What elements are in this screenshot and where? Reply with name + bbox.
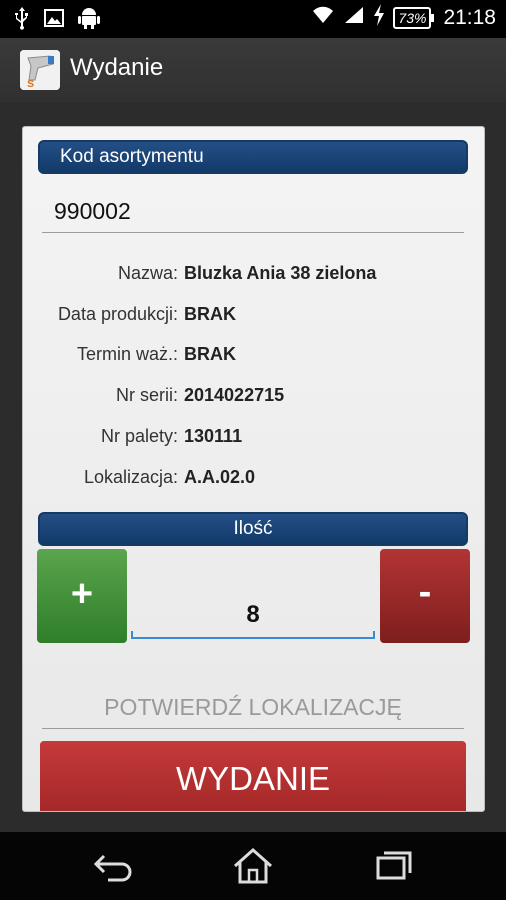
detail-value: BRAK xyxy=(184,344,236,364)
detail-row-data-produkcji: Data produkcji: BRAK xyxy=(23,304,484,334)
detail-row-nr-palety: Nr palety: 130111 xyxy=(23,426,484,456)
ilosc-header: Ilość xyxy=(38,512,468,546)
image-icon xyxy=(44,8,64,33)
detail-row-nazwa: Nazwa: Bluzka Ania 38 zielona xyxy=(23,263,484,293)
detail-label: Lokalizacja: xyxy=(83,467,178,487)
barcode-scanner-app-icon[interactable]: s xyxy=(20,50,60,90)
wifi-icon xyxy=(311,5,335,30)
form-card: Kod asortymentu 990002 Nazwa: Bluzka Ani… xyxy=(22,126,485,812)
detail-value: Bluzka Ania 38 zielona xyxy=(184,263,377,283)
detail-value: BRAK xyxy=(184,304,236,324)
decrement-button[interactable]: - xyxy=(380,549,470,643)
signal-icon xyxy=(343,5,365,30)
detail-row-nr-serii: Nr serii: 2014022715 xyxy=(23,385,484,415)
recent-apps-icon[interactable] xyxy=(372,846,416,886)
svg-text:s: s xyxy=(27,75,34,90)
quantity-input[interactable]: 8 xyxy=(131,593,375,639)
detail-row-lokalizacja: Lokalizacja: A.A.02.0 xyxy=(23,467,484,497)
page-title: Wydanie xyxy=(70,54,164,81)
navigation-bar xyxy=(0,832,506,900)
detail-value: A.A.02.0 xyxy=(184,467,256,487)
product-code-input[interactable]: 990002 xyxy=(42,189,464,233)
home-icon[interactable] xyxy=(231,846,275,886)
clock: 21:18 xyxy=(443,5,496,29)
back-icon[interactable] xyxy=(92,846,136,886)
battery-icon: 73% xyxy=(393,6,435,29)
detail-label: Termin waż.: xyxy=(76,344,178,364)
detail-value: 2014022715 xyxy=(184,385,285,405)
status-bar: 73% 21:18 xyxy=(0,0,506,38)
confirm-location-input[interactable]: POTWIERDŹ LOKALIZACJĘ xyxy=(42,686,464,729)
kod-asortymentu-header: Kod asortymentu xyxy=(38,140,468,174)
detail-label: Nazwa: xyxy=(117,263,178,283)
increment-button[interactable]: + xyxy=(37,549,127,643)
detail-label: Nr palety: xyxy=(100,426,178,446)
wydanie-submit-button[interactable]: WYDANIE xyxy=(40,741,466,811)
usb-icon xyxy=(14,6,30,35)
action-bar: s Wydanie xyxy=(0,38,506,104)
detail-value: 130111 xyxy=(184,426,243,446)
detail-label: Data produkcji: xyxy=(57,304,178,324)
android-icon xyxy=(78,6,100,35)
detail-label: Nr serii: xyxy=(116,385,178,405)
detail-row-termin: Termin waż.: BRAK xyxy=(23,344,484,374)
charging-icon xyxy=(373,4,385,31)
